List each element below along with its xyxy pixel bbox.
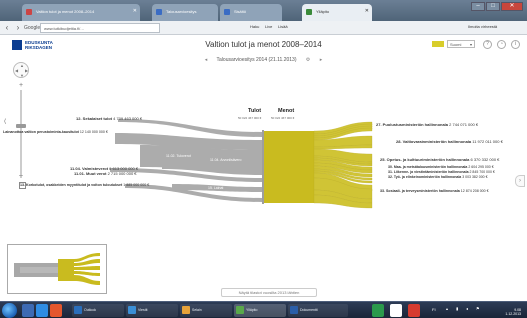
taskbar-item-selain[interactable]: Selain (180, 304, 232, 317)
expense-label-31: 31. Liikenne- ja viestintäministeriön ha… (388, 170, 495, 174)
messages-icon (128, 306, 136, 314)
tray-arrow-icon[interactable]: ▴ (446, 306, 448, 311)
expense-label-28: 28. Valtiovarainministeriön hallinnonala… (396, 139, 503, 144)
expense-label-text: 25. Opetus- ja kulttuuriministeriön hall… (380, 157, 470, 162)
flag-icon[interactable]: ⚑ (476, 306, 480, 311)
expense-label-value: 2 604 295 000 € (468, 165, 494, 169)
tray-language[interactable]: FI (432, 307, 436, 312)
income-label-text: Lainanottoa valtion perustoiminta-kausit… (3, 130, 79, 134)
excel-pin-icon[interactable] (372, 304, 384, 317)
screen: Valtion tulot ja menot 2008–2014 ✕ Talou… (0, 0, 527, 318)
flow-label-arvonlisavero: 11.04. Arvonlisävero (210, 158, 242, 162)
expense-node[interactable] (264, 131, 314, 203)
app-pin-icon[interactable] (390, 304, 402, 317)
network-icon[interactable]: ▮ (456, 306, 458, 311)
chrome-pin-icon[interactable] (408, 304, 420, 317)
minimap-graphic (14, 253, 100, 285)
taskbar-item-label: Ylläpito (246, 308, 258, 312)
app-icon (236, 306, 244, 314)
expense-label-text: 33. Sosiaali- ja terveysministeriön hall… (380, 189, 460, 193)
expense-label-value: 11 972 011 000 € (472, 139, 503, 144)
income-label-12: 12. Sekalaiset tulot 4 709 463 000 € (76, 116, 142, 121)
ie-pin-icon[interactable] (36, 304, 48, 317)
expense-label-27: 27. Puolustusministeriön hallinnonala 2 … (376, 122, 478, 127)
flow-label-lainat: 15. Lainat (208, 186, 224, 190)
expense-label-text: 30. Maa- ja metsätalousministeriön halli… (388, 165, 468, 169)
system-tray: FI ▴ ▮ ◂ ⚑ 9.08 1.12.2013 (430, 305, 525, 317)
expense-total: 50 022 467 000 € (271, 116, 295, 120)
show-statistics-button[interactable]: Näytä tilastot vuosilta 2013 lähtien (221, 288, 317, 297)
income-label-text: 12. Sekalaiset tulot (76, 116, 113, 121)
taskbar-item-label: Dokumentti (300, 308, 318, 312)
expense-label-value: 2 744 071 000 € (449, 122, 479, 127)
taskbar-item-viestit[interactable]: Viestit (126, 304, 178, 317)
browser-icon (182, 306, 190, 314)
income-heading: Tulot (248, 108, 262, 114)
expense-label-value: 12 874 208 000 € (460, 189, 489, 193)
taskbar-item-label: Selain (192, 308, 202, 312)
income-label-value: 4 709 463 000 € (113, 116, 143, 121)
explorer-pin-icon[interactable] (22, 304, 34, 317)
volume-icon[interactable]: ◂ (466, 306, 468, 311)
expense-label-value: 2 845 700 000 € (469, 170, 495, 174)
income-label-13: 13. Korkotulot, osakkeiden myyntitulot j… (20, 183, 149, 187)
expense-label-value: 3 003 382 000 € (462, 175, 488, 179)
clock[interactable]: 9.08 1.12.2013 (505, 308, 521, 316)
income-label-value: 1 885 000 000 € (123, 183, 150, 187)
income-total: 50 022 467 000 € (238, 116, 262, 120)
expense-label-25: 25. Opetus- ja kulttuuriministeriön hall… (380, 157, 499, 162)
expense-label-30: 30. Maa- ja metsätalousministeriön halli… (388, 165, 494, 169)
expense-label-text: 31. Liikenne- ja viestintäministeriön ha… (388, 170, 469, 174)
document-icon (290, 306, 298, 314)
outlook-icon (74, 306, 82, 314)
taskbar: Outlook Viestit Selain Ylläpito Dokument… (0, 301, 527, 318)
clock-date: 1.12.2013 (505, 312, 521, 316)
expense-heading: Menot (278, 108, 295, 114)
taskbar-item-label: Outlook (84, 308, 97, 312)
expense-label-value: 6 370 332 000 € (470, 157, 500, 162)
expense-label-text: 32. Työ- ja elinkeinoministeriön hallinn… (388, 175, 462, 179)
taskbar-item-label: Viestit (138, 308, 148, 312)
income-label-11-01: 11.01. Muut verot 2 715 000 000 € (74, 171, 137, 176)
income-label-text: 13. Korkotulot, osakkeiden myyntitulot j… (20, 183, 123, 187)
income-label-text: 11.01. Muut verot (74, 171, 107, 176)
start-button[interactable] (2, 303, 17, 318)
taskbar-item-outlook[interactable]: Outlook (72, 304, 124, 317)
media-pin-icon[interactable] (50, 304, 62, 317)
income-label-loans: Lainanottoa valtion perustoiminta-kausit… (3, 130, 108, 134)
expense-label-text: 28. Valtiovarainministeriön hallinnonala (396, 139, 472, 144)
taskbar-item-dokumentti[interactable]: Dokumentti (288, 304, 348, 317)
income-label-value: 2 715 000 000 € (107, 171, 137, 176)
expense-label-32: 32. Työ- ja elinkeinoministeriön hallinn… (388, 175, 488, 179)
income-label-value: 12 140 000 000 € (79, 130, 108, 134)
taskbar-item-yllapito[interactable]: Ylläpito (234, 304, 286, 317)
overview-minimap[interactable] (7, 244, 107, 294)
expense-label-33: 33. Sosiaali- ja terveysministeriön hall… (380, 189, 489, 193)
flow-label-tuloverot: 11.02. Tuloverot (166, 154, 191, 158)
expense-label-text: 27. Puolustusministeriön hallinnonala (376, 122, 449, 127)
